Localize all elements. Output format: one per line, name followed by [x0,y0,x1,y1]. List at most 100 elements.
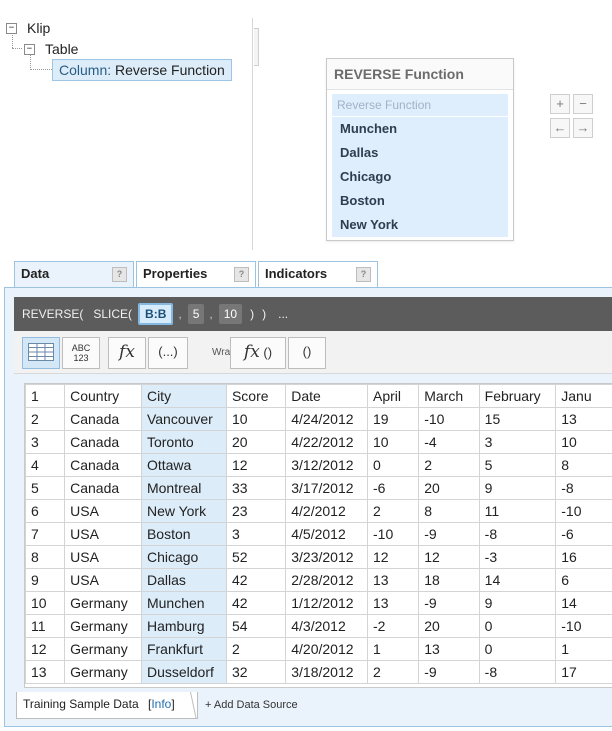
table-cell[interactable]: -6 [555,522,612,546]
table-row[interactable]: 7 USA Boston 3 4/5/2012 -10 -9 -8 -6 [25,522,612,546]
table-cell[interactable]: New York [140,499,227,523]
table-cell[interactable]: 19 [367,407,420,431]
table-cell[interactable]: Germany [64,614,142,638]
table-cell[interactable]: USA [64,568,142,592]
table-cell[interactable]: 10 [225,407,287,431]
arrow-left-icon[interactable]: ← [550,118,570,138]
collapse-icon[interactable]: − [6,22,17,34]
help-icon[interactable]: ? [356,267,371,282]
table-cell[interactable]: 3 [225,522,287,546]
table-cell[interactable]: Country [64,384,142,408]
table-cell[interactable]: USA [64,499,142,523]
table-row[interactable]: 3 Canada Toronto 20 4/22/2012 10 -4 3 10 [25,430,612,454]
row-number-cell[interactable]: 5 [25,476,66,500]
table-cell[interactable]: -3 [478,545,557,569]
table-cell[interactable]: 12 [367,545,420,569]
table-cell[interactable]: 23 [225,499,287,523]
table-cell[interactable]: 3/12/2012 [285,453,369,477]
tree-node-selected-column[interactable]: Column: Reverse Function [52,59,232,81]
formula-bar[interactable]: REVERSE( SLICE( B:B , 5 , 10 ) ) ... [14,297,612,331]
table-cell[interactable]: February [478,384,557,408]
formula-arg[interactable]: 5 [187,304,205,324]
table-cell[interactable]: Toronto [140,430,227,454]
table-cell[interactable]: 4/20/2012 [285,637,369,661]
help-icon[interactable]: ? [112,267,127,282]
table-cell[interactable]: 13 [367,568,420,592]
table-cell[interactable]: 2/28/2012 [285,568,369,592]
add-icon[interactable]: + [550,94,570,114]
table-cell[interactable]: Canada [64,430,142,454]
table-row[interactable]: 4 Canada Ottawa 12 3/12/2012 0 2 5 8 [25,453,612,477]
table-cell[interactable]: Janu [555,384,612,408]
table-cell[interactable]: Hamburg [140,614,227,638]
table-cell[interactable]: -4 [418,430,480,454]
table-cell[interactable]: 4/24/2012 [285,407,369,431]
table-cell[interactable]: -10 [555,614,612,638]
data-source-tab[interactable]: Training Sample Data [Info] [16,692,198,719]
formula-function[interactable]: SLICE( [93,307,132,321]
table-row[interactable]: 13 Germany Dusseldorf 32 3/18/2012 2 -9 -8 17 [25,660,612,684]
tree-node-klip[interactable]: − Klip [6,20,50,36]
table-cell[interactable]: 4/3/2012 [285,614,369,638]
table-cell[interactable]: Germany [64,637,142,661]
table-cell[interactable]: 3/17/2012 [285,476,369,500]
table-row[interactable]: 11 Germany Hamburg 54 4/3/2012 -2 20 0 -10 [25,614,612,638]
grid-view-button[interactable] [22,337,60,369]
group-button[interactable]: (...) [148,337,188,369]
formula-function[interactable]: REVERSE( [22,307,83,321]
function-button[interactable]: fx [108,337,146,369]
table-cell[interactable]: 52 [225,545,287,569]
table-cell[interactable]: 14 [555,591,612,615]
table-cell[interactable]: -10 [367,522,420,546]
table-cell[interactable]: Canada [64,407,142,431]
table-cell[interactable]: Vancouver [140,407,227,431]
wrap-group-button[interactable]: () [288,337,326,369]
table-cell[interactable]: Canada [64,453,142,477]
table-cell[interactable]: Score [225,384,287,408]
table-cell[interactable]: 2 [367,499,420,523]
table-cell[interactable]: USA [64,522,142,546]
table-cell[interactable]: 1/12/2012 [285,591,369,615]
wrap-function-button[interactable]: fx () [230,337,286,369]
table-cell[interactable]: 42 [225,568,287,592]
remove-icon[interactable]: − [573,94,593,114]
table-cell[interactable]: 2 [418,453,480,477]
table-cell[interactable]: 0 [478,614,557,638]
table-row[interactable]: 2 Canada Vancouver 10 4/24/2012 19 -10 15 13 [25,407,612,431]
table-cell[interactable]: 12 [225,453,287,477]
table-cell[interactable]: 16 [555,545,612,569]
table-cell[interactable]: 42 [225,591,287,615]
table-cell[interactable]: 3/23/2012 [285,545,369,569]
table-cell[interactable]: 10 [555,430,612,454]
table-cell[interactable]: 11 [478,499,557,523]
table-row[interactable]: 9 USA Dallas 42 2/28/2012 13 18 14 6 [25,568,612,592]
table-cell[interactable]: Montreal [140,476,227,500]
table-row[interactable]: 8 USA Chicago 52 3/23/2012 12 12 -3 16 [25,545,612,569]
table-cell[interactable]: 20 [225,430,287,454]
table-cell[interactable]: 32 [225,660,287,684]
table-cell[interactable]: -6 [367,476,420,500]
table-cell[interactable]: 12 [418,545,480,569]
table-cell[interactable]: 3/18/2012 [285,660,369,684]
table-cell[interactable]: Germany [64,591,142,615]
tab-properties[interactable]: Properties ? [136,261,256,288]
table-cell[interactable]: March [418,384,480,408]
splitter-grip[interactable] [254,28,259,66]
row-number-cell[interactable]: 3 [25,430,66,454]
table-cell[interactable]: Germany [64,660,142,684]
table-cell[interactable]: Munchen [140,591,227,615]
tab-indicators[interactable]: Indicators ? [258,261,378,288]
row-number-cell[interactable]: 8 [25,545,66,569]
row-number-cell[interactable]: 12 [25,637,66,661]
splitter[interactable] [252,18,253,250]
table-cell[interactable]: April [367,384,420,408]
table-cell[interactable]: Canada [64,476,142,500]
row-number-cell[interactable]: 6 [25,499,66,523]
table-cell[interactable]: 13 [418,637,480,661]
table-row[interactable]: 12 Germany Frankfurt 2 4/20/2012 1 13 0 1 [25,637,612,661]
formula-arg-selected[interactable]: B:B [138,303,174,325]
table-cell[interactable]: 54 [225,614,287,638]
data-table[interactable]: 1 Country City Score Date April March February J… [25,384,612,684]
table-row[interactable]: 10 Germany Munchen 42 1/12/2012 13 -9 9 14 [25,591,612,615]
table-row[interactable]: 6 USA New York 23 4/2/2012 2 8 11 -10 [25,499,612,523]
